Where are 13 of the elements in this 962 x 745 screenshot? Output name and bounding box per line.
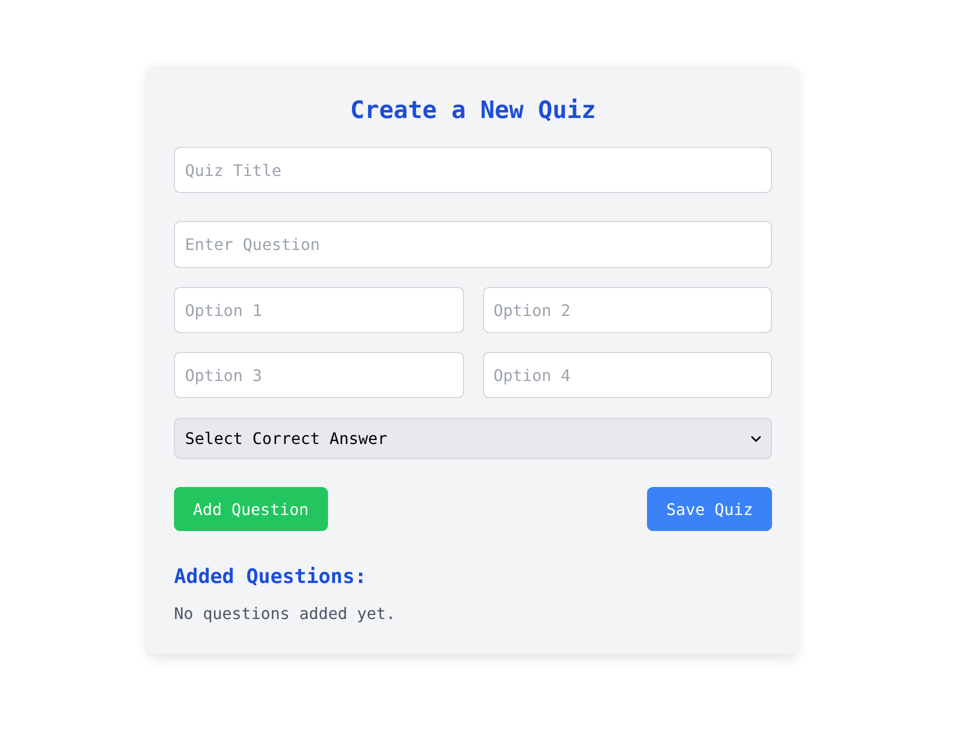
option-field[interactable]: Option 4 — [482, 352, 772, 398]
quiz-title-field[interactable]: Quiz Title — [174, 147, 772, 193]
option-field[interactable]: Option 2 — [482, 287, 772, 333]
option-field[interactable]: Option 3 — [174, 352, 464, 398]
empty-state-text: No questions added yet. — [174, 603, 396, 625]
correct-answer-select[interactable]: Select Correct Answer — [174, 418, 772, 459]
add-question-button[interactable]: Add Question — [174, 487, 328, 531]
question-field[interactable]: Enter Question — [174, 221, 772, 268]
option-field[interactable]: Option 1 — [174, 287, 464, 333]
added-questions-heading: Added Questions: — [174, 563, 367, 590]
chevron-down-icon — [751, 436, 761, 442]
page-title: Create a New Quiz — [350, 95, 596, 126]
save-quiz-button[interactable]: Save Quiz — [647, 487, 772, 531]
